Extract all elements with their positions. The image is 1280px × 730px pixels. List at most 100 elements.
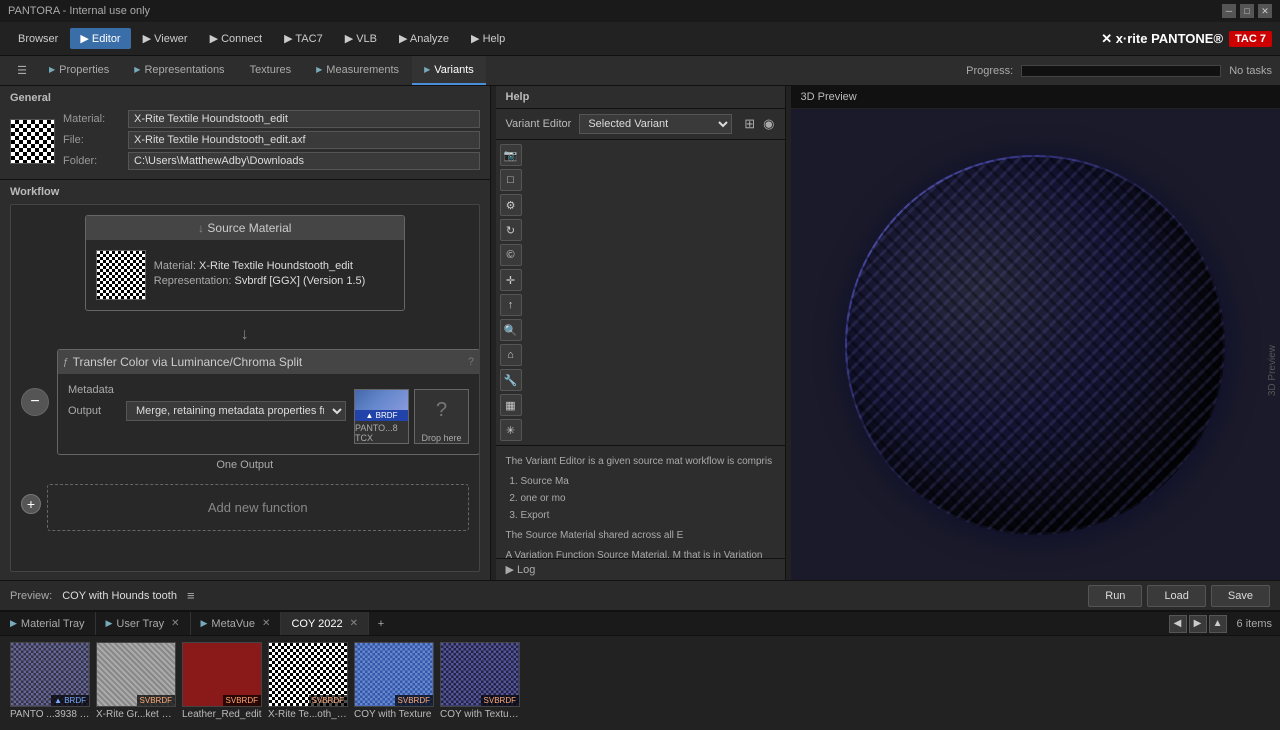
tray-tab-coy2022-label: COY 2022 — [291, 618, 342, 630]
transform-left: Metadata Output Merge, retaining metadat… — [68, 384, 346, 444]
menu-analyze[interactable]: ▶ Analyze — [389, 28, 459, 49]
material-info: Material: X-Rite Textile Houndstooth_edi… — [63, 110, 480, 173]
add-function-box[interactable]: Add new function — [47, 484, 469, 531]
workflow-canvas: ↓ Source Material Material: X-Rite Texti… — [10, 204, 480, 572]
preview-value: COY with Hounds tooth — [62, 590, 177, 602]
source-representation-value: Svbrdf [GGX] (Version 1.5) — [234, 275, 365, 287]
output-row: Output Merge, retaining metadata propert… — [68, 401, 346, 421]
source-material-title: Source Material — [207, 221, 291, 235]
variant-select[interactable]: Selected Variant — [579, 114, 732, 134]
tray-item-4[interactable]: SVBRDF X-Rite Te...oth_edit — [268, 642, 348, 724]
tray-tab-add[interactable]: + — [369, 612, 393, 635]
tab-variants[interactable]: ▶ Variants — [412, 56, 486, 85]
home-tool[interactable]: ⌂ — [500, 344, 522, 366]
hamburger-button[interactable]: ☰ — [8, 56, 36, 85]
bottom-bar: Preview: COY with Hounds tooth ≡ Run Loa… — [0, 580, 1280, 610]
tray-badge-2: SVBRDF — [137, 695, 175, 706]
source-material-value: X-Rite Textile Houndstooth_edit — [199, 260, 353, 272]
file-field-row: File: X-Rite Textile Houndstooth_edit.ax… — [63, 131, 480, 149]
tray-tab-metavue[interactable]: ▶ MetaVue ✕ — [191, 612, 282, 635]
save-button[interactable]: Save — [1211, 585, 1270, 607]
tray-thumb-1: ▲ BRDF — [10, 642, 90, 707]
tray-item-6[interactable]: SVBRDF COY with Texture-2 — [440, 642, 520, 724]
menu-browser[interactable]: Browser — [8, 29, 68, 49]
folder-value: C:\Users\MatthewAdby\Downloads — [128, 152, 480, 170]
log-header[interactable]: ▶ Log — [506, 564, 536, 576]
zoom-tool[interactable]: 🔍 — [500, 319, 522, 341]
output-select[interactable]: Merge, retaining metadata properties fro… — [126, 401, 346, 421]
metadata-label: Metadata — [68, 384, 346, 396]
tray-tab-metavue-arrow: ▶ — [201, 618, 208, 629]
transform-help-icon[interactable]: ? — [468, 356, 474, 368]
progress-value: No tasks — [1229, 65, 1272, 77]
add-function-plus-button[interactable]: + — [21, 494, 41, 514]
tray-tab-material[interactable]: ▶ Material Tray — [0, 612, 96, 635]
tab-measurements[interactable]: ▶ Measurements — [304, 56, 411, 85]
material-slots: ▲ BRDF PANTO...8 TCX ? Drop here — [354, 384, 469, 444]
tray-tabs: ▶ Material Tray ▶ User Tray ✕ ▶ MetaVue … — [0, 612, 1280, 636]
transform-wrapper: − ƒ Transfer Color via Luminance/Chroma … — [21, 349, 469, 455]
sphere-pattern-svg — [845, 155, 1225, 535]
tray-nav-right[interactable]: ▶ — [1189, 615, 1207, 633]
preview-3d: 3D Preview — [791, 109, 1280, 580]
gear-tool[interactable]: ⚙ — [500, 194, 522, 216]
tray-item-3[interactable]: SVBRDF Leather_Red_edit — [182, 642, 262, 724]
tab-properties[interactable]: ▶ Properties — [37, 56, 121, 85]
slot-2-label: Drop here — [421, 433, 461, 443]
app-title: PANTORA - Internal use only — [8, 5, 150, 17]
menu-help[interactable]: ▶ Help — [461, 28, 515, 49]
tray-item-5[interactable]: SVBRDF COY with Texture — [354, 642, 434, 724]
material-slot-1[interactable]: ▲ BRDF PANTO...8 TCX — [354, 389, 409, 444]
tab-textures[interactable]: Textures — [238, 56, 304, 85]
minimize-button[interactable]: ─ — [1222, 4, 1236, 18]
tray-tab-coy2022[interactable]: COY 2022 ✕ — [281, 612, 369, 635]
move-tool[interactable]: ✛ — [500, 269, 522, 291]
tray-nav-left[interactable]: ◀ — [1169, 615, 1187, 633]
logo-xrite: ✕ x·rite PANTONE® — [1101, 31, 1223, 47]
slot-2-drop: ? — [419, 391, 464, 431]
asterisk-tool[interactable]: ✳ — [500, 419, 522, 441]
arrow-down-1: ↓ — [21, 326, 469, 344]
tray-nav-up[interactable]: ▲ — [1209, 615, 1227, 633]
menu-connect[interactable]: ▶ Connect — [200, 28, 273, 49]
file-label: File: — [63, 134, 128, 146]
minus-button[interactable]: − — [21, 388, 49, 416]
load-button[interactable]: Load — [1147, 585, 1205, 607]
source-representation-row: Representation: Svbrdf [GGX] (Version 1.… — [154, 275, 394, 287]
close-button[interactable]: ✕ — [1258, 4, 1272, 18]
material-thumbnail — [10, 119, 55, 164]
run-button[interactable]: Run — [1088, 585, 1142, 607]
tray-tab-metavue-close[interactable]: ✕ — [262, 618, 270, 629]
menu-viewer[interactable]: ▶ Viewer — [133, 28, 198, 49]
wrench-tool[interactable]: 🔧 — [500, 369, 522, 391]
box-tool[interactable]: □ — [500, 169, 522, 191]
transform-header: ƒ Transfer Color via Luminance/Chroma Sp… — [58, 350, 479, 374]
preview-header: 3D Preview — [791, 86, 1280, 109]
arrow-tool[interactable]: ↑ — [500, 294, 522, 316]
tray-tab-user-close[interactable]: ✕ — [171, 618, 179, 629]
menu-tac7[interactable]: ▶ TAC7 — [274, 28, 333, 49]
variant-icon-2[interactable]: ◉ — [763, 116, 774, 132]
tray-area: ▶ Material Tray ▶ User Tray ✕ ▶ MetaVue … — [0, 610, 1280, 730]
tray-name-2: X-Rite Gr...ket Weave — [96, 709, 176, 720]
variant-icon-1[interactable]: ⊞ — [744, 116, 755, 132]
window-controls: ─ □ ✕ — [1222, 4, 1272, 18]
maximize-button[interactable]: □ — [1240, 4, 1254, 18]
tray-tab-coy2022-close[interactable]: ✕ — [350, 618, 358, 629]
refresh-tool[interactable]: ↻ — [500, 219, 522, 241]
reset-tool[interactable]: © — [500, 244, 522, 266]
progress-area: Progress: No tasks — [966, 56, 1272, 85]
list-icon[interactable]: ≡ — [187, 588, 195, 603]
transform-content: Metadata Output Merge, retaining metadat… — [68, 384, 469, 444]
menu-editor[interactable]: ▶ Editor — [70, 28, 130, 49]
menu-vlb[interactable]: ▶ VLB — [335, 28, 387, 49]
tab-representations[interactable]: ▶ Representations — [122, 56, 236, 85]
slot-1-thumb — [355, 390, 408, 410]
material-slot-2[interactable]: ? Drop here — [414, 389, 469, 444]
tray-item-2[interactable]: SVBRDF X-Rite Gr...ket Weave — [96, 642, 176, 724]
tray-item-1[interactable]: ▲ BRDF PANTO ...3938 TCX — [10, 642, 90, 724]
tray-badge-4: SVBRDF — [309, 695, 347, 706]
tray-tab-user[interactable]: ▶ User Tray ✕ — [96, 612, 191, 635]
camera-tool[interactable]: 📷 — [500, 144, 522, 166]
layers-tool[interactable]: ▦ — [500, 394, 522, 416]
